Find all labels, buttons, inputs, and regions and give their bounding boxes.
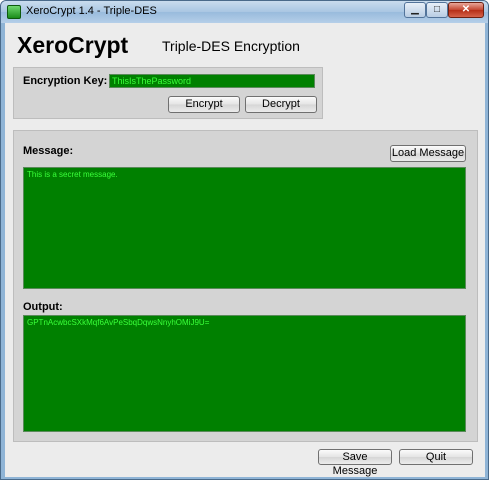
app-window: XeroCrypt 1.4 - Triple-DES ▁ □ ✕ XeroCry… (0, 0, 489, 480)
title-bar[interactable]: XeroCrypt 1.4 - Triple-DES ▁ □ ✕ (1, 1, 488, 23)
app-icon (7, 5, 21, 19)
close-button[interactable]: ✕ (448, 2, 484, 18)
decrypt-button[interactable]: Decrypt (245, 96, 317, 113)
client-area: XeroCrypt Triple-DES Encryption Encrypti… (5, 23, 485, 477)
maximize-button[interactable]: □ (426, 2, 448, 18)
output-label: Output: (23, 301, 63, 313)
message-label: Message: (23, 145, 74, 157)
save-message-button[interactable]: Save Message (318, 449, 392, 477)
encryption-key-panel: Encryption Key: Encrypt Decrypt (13, 67, 323, 119)
window-title: XeroCrypt 1.4 - Triple-DES (26, 5, 157, 17)
quit-button[interactable]: Quit (399, 449, 473, 465)
encrypt-button[interactable]: Encrypt (168, 96, 240, 113)
app-subtitle: Triple-DES Encryption (162, 38, 300, 54)
minimize-button[interactable]: ▁ (404, 2, 426, 18)
load-message-button[interactable]: Load Message (390, 145, 466, 162)
output-textarea[interactable]: GPTnAcwbcSXkMqf6AvPeSbqDqwsNnyhOMiJ9U= (23, 315, 466, 432)
encryption-key-input[interactable] (109, 74, 315, 88)
message-textarea[interactable]: This is a secret message. (23, 167, 466, 289)
message-panel: Message: Load Message This is a secret m… (13, 130, 478, 442)
app-name-heading: XeroCrypt (17, 32, 129, 58)
encryption-key-label: Encryption Key: (23, 75, 108, 87)
